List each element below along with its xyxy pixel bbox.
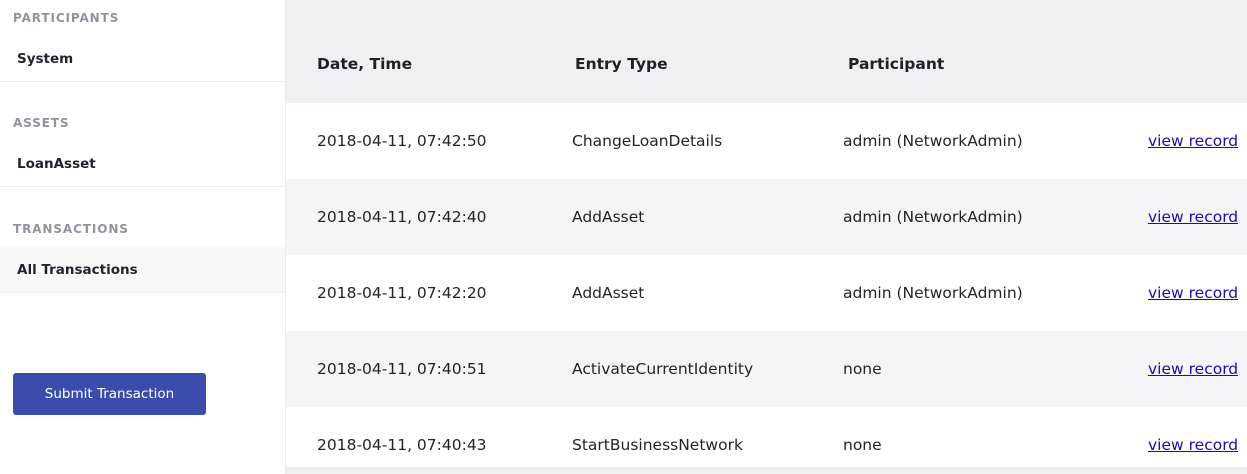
table-row: 2018-04-11, 07:42:50 ChangeLoanDetails a… (286, 103, 1247, 179)
transactions-table: Date, Time Entry Type Participant 2018-0… (285, 0, 1247, 474)
table-header: Date, Time Entry Type Participant (286, 0, 1247, 103)
row-participant: none (843, 360, 882, 378)
transactions-header: TRANSACTIONS (13, 222, 129, 236)
view-record-link[interactable]: view record (1148, 360, 1238, 378)
row-entry-type: StartBusinessNetwork (572, 436, 743, 454)
sidebar-item-loanasset[interactable]: LoanAsset (0, 141, 285, 187)
sidebar: PARTICIPANTS System ASSETS LoanAsset TRA… (0, 0, 285, 474)
row-entry-type: ActivateCurrentIdentity (572, 360, 754, 378)
assets-header: ASSETS (13, 116, 70, 130)
view-record-link[interactable]: view record (1148, 132, 1238, 150)
table-row: 2018-04-11, 07:42:40 AddAsset admin (Net… (286, 179, 1247, 255)
row-datetime: 2018-04-11, 07:42:50 (317, 132, 487, 150)
row-datetime: 2018-04-11, 07:42:40 (317, 208, 487, 226)
view-record-link[interactable]: view record (1148, 284, 1238, 302)
row-participant: none (843, 436, 882, 454)
view-record-link[interactable]: view record (1148, 208, 1238, 226)
column-header-entry-type: Entry Type (575, 55, 668, 73)
submit-transaction-button[interactable]: Submit Transaction (13, 373, 206, 415)
table-row: 2018-04-11, 07:40:43 StartBusinessNetwor… (286, 407, 1247, 467)
view-record-link[interactable]: view record (1148, 436, 1238, 454)
column-header-datetime: Date, Time (317, 55, 413, 73)
row-participant: admin (NetworkAdmin) (843, 284, 1023, 302)
table-row: 2018-04-11, 07:40:51 ActivateCurrentIden… (286, 331, 1247, 407)
row-datetime: 2018-04-11, 07:42:20 (317, 284, 487, 302)
row-datetime: 2018-04-11, 07:40:43 (317, 436, 487, 454)
sidebar-item-all-transactions[interactable]: All Transactions (0, 247, 285, 293)
column-header-participant: Participant (848, 55, 945, 73)
row-entry-type: AddAsset (572, 208, 645, 226)
row-datetime: 2018-04-11, 07:40:51 (317, 360, 487, 378)
row-participant: admin (NetworkAdmin) (843, 208, 1023, 226)
sidebar-item-system[interactable]: System (0, 36, 285, 82)
row-entry-type: ChangeLoanDetails (572, 132, 723, 150)
row-participant: admin (NetworkAdmin) (843, 132, 1023, 150)
row-entry-type: AddAsset (572, 284, 645, 302)
table-bottom-divider (286, 467, 1247, 474)
table-row: 2018-04-11, 07:42:20 AddAsset admin (Net… (286, 255, 1247, 331)
participants-header: PARTICIPANTS (13, 11, 120, 25)
